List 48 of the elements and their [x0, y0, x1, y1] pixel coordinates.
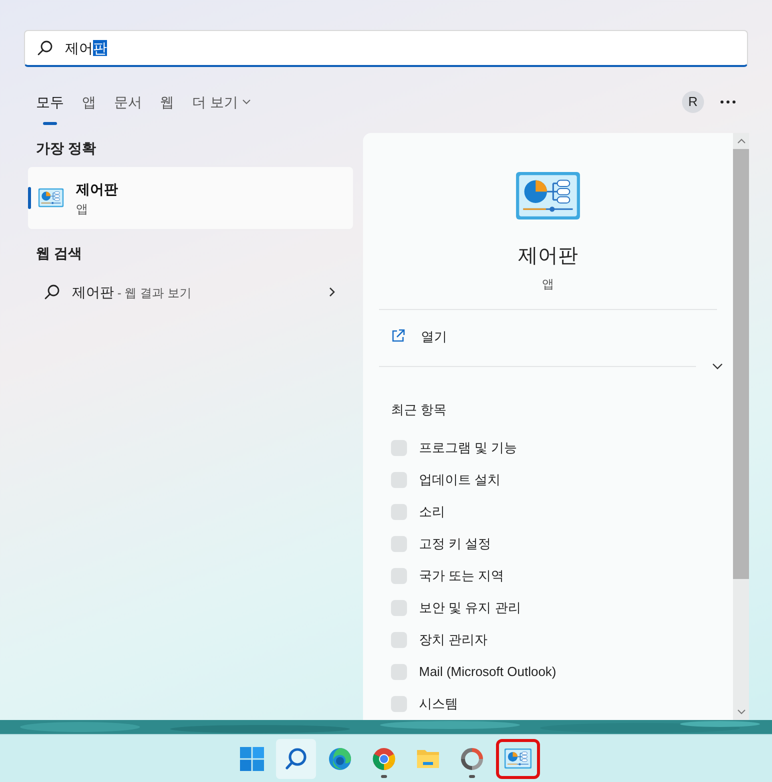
scroll-up-icon[interactable]: [736, 138, 746, 144]
recent-item[interactable]: Mail (Microsoft Outlook): [363, 656, 733, 688]
recent-item[interactable]: 프로그램 및 기능: [363, 432, 733, 464]
control-panel-icon: [38, 188, 64, 208]
ring-icon: [460, 746, 484, 770]
search-text: 제어판: [65, 38, 107, 58]
external-link-icon: [391, 329, 405, 344]
result-title: 제어판: [76, 180, 118, 198]
filter-tab[interactable]: 더 보기: [192, 92, 251, 124]
scrollbar[interactable]: [733, 133, 749, 720]
chevron-down-icon[interactable]: [712, 363, 723, 370]
web-result-text: 제어판 - 웹 결과 보기: [72, 282, 192, 302]
more-icon[interactable]: [720, 100, 736, 104]
search-icon: [37, 40, 53, 56]
web-result[interactable]: 제어판 - 웹 결과 보기: [28, 275, 353, 309]
open-action[interactable]: 열기: [363, 310, 733, 364]
taskbar-button[interactable]: [276, 738, 316, 778]
recent-item[interactable]: 시스템: [363, 688, 733, 720]
taskbar-button[interactable]: [496, 738, 540, 778]
windows-logo-icon: [240, 746, 264, 770]
control-panel-icon: [515, 171, 581, 220]
chevron-right-icon: [329, 287, 335, 297]
filter-tab[interactable]: 모두: [36, 92, 64, 124]
filter-tab[interactable]: 앱: [82, 92, 96, 124]
recent-item[interactable]: 장치 관리자: [363, 624, 733, 656]
browser-circle-icon: [372, 746, 396, 770]
section-heading: 웹 검색: [35, 244, 83, 263]
result-type: 앱: [76, 200, 89, 218]
recent-item[interactable]: 고정 키 설정: [363, 528, 733, 560]
filter-tab[interactable]: 문서: [114, 92, 142, 124]
folder-icon: [416, 748, 440, 770]
section-heading: 최근 항목: [390, 401, 448, 420]
scroll-down-icon[interactable]: [736, 709, 746, 715]
browser-wave-icon: [328, 746, 352, 770]
search-icon: [284, 746, 308, 770]
filter-tab[interactable]: 웹: [160, 92, 174, 124]
recent-item[interactable]: 보안 및 유지 관리: [363, 592, 733, 624]
section-heading: 가장 정확: [35, 139, 97, 158]
search-icon: [44, 284, 60, 300]
app-title: 제어판: [518, 244, 578, 268]
best-match-result[interactable]: 제어판 앱: [28, 167, 353, 229]
account-avatar[interactable]: R: [682, 91, 704, 113]
control-panel-icon: [504, 748, 532, 769]
search-field[interactable]: 제어판: [24, 30, 748, 67]
recent-item[interactable]: 소리: [363, 496, 733, 528]
recent-item[interactable]: 국가 또는 지역: [363, 560, 733, 592]
app-type: 앱: [542, 276, 554, 292]
recent-item[interactable]: 업데이트 설치: [363, 464, 733, 496]
